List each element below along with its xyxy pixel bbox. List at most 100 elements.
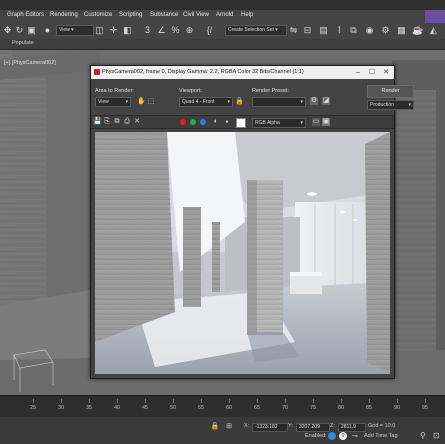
- layer-icon[interactable]: ▤: [318, 25, 329, 36]
- percent-snap-icon[interactable]: %: [170, 25, 181, 36]
- blue-channel-toggle[interactable]: [200, 119, 206, 125]
- clone-window-icon[interactable]: ⧉: [113, 118, 121, 126]
- timeline-tick: [257, 399, 258, 403]
- rendered-image: [95, 132, 390, 374]
- rendered-interior-scene: [95, 132, 390, 374]
- curve-editor-icon[interactable]: ⌇: [334, 25, 345, 36]
- timeline-tick-label: 30: [58, 405, 65, 411]
- timeline-tick: [229, 399, 230, 403]
- schematic-icon[interactable]: ⧉: [348, 25, 359, 36]
- render-icon[interactable]: ☕: [412, 25, 423, 36]
- material-editor-icon[interactable]: ◉: [364, 25, 375, 36]
- pivot-icon[interactable]: ◫: [94, 25, 105, 36]
- environment-icon[interactable]: ◪: [322, 97, 330, 105]
- render-window-app-icon: [94, 69, 100, 75]
- maximize-icon[interactable]: ☐: [365, 66, 379, 79]
- enabled-value[interactable]: 0: [339, 432, 347, 440]
- rotate-icon[interactable]: ↻: [14, 25, 25, 36]
- print-icon[interactable]: ⎙: [123, 118, 131, 126]
- mono-icon[interactable]: ●: [223, 118, 231, 126]
- toggle-ui-overlay-icon[interactable]: ▭: [312, 118, 320, 126]
- timeline[interactable]: 253035404550556065707580859095100: [0, 395, 445, 418]
- render-window-titlebar[interactable]: PhysCamera002, frame 0, Display Gamma: 2…: [91, 66, 394, 79]
- timeline-tick: [33, 399, 34, 403]
- named-selection-icon[interactable]: {/: [204, 25, 215, 36]
- alpha-channel-icon[interactable]: ◐: [212, 118, 220, 126]
- x-coord-field[interactable]: -1323.182: [252, 423, 288, 432]
- menu-customize[interactable]: Customize: [84, 12, 112, 18]
- render-button[interactable]: Render: [367, 85, 414, 98]
- move-icon[interactable]: ✥: [2, 25, 13, 36]
- background-color-swatch[interactable]: [236, 118, 246, 128]
- timeline-tick-label: 25: [30, 405, 37, 411]
- mirror-icon[interactable]: ⇋: [288, 25, 299, 36]
- minimize-icon[interactable]: –: [351, 66, 365, 79]
- select-move-icon[interactable]: ✛: [108, 25, 119, 36]
- menu-arnold[interactable]: Arnold: [216, 12, 233, 18]
- green-channel-toggle[interactable]: [190, 119, 196, 125]
- lock-selection-icon[interactable]: 🔒: [210, 421, 220, 431]
- timeline-tick: [285, 399, 286, 403]
- timeline-tick-label: 50: [170, 405, 177, 411]
- production-dropdown[interactable]: Production ▾: [367, 100, 414, 110]
- area-to-render-dropdown[interactable]: View ▾: [95, 97, 131, 107]
- timeline-tick: [369, 399, 370, 403]
- scale-icon[interactable]: ▣: [26, 25, 37, 36]
- absolute-mode-icon[interactable]: ⊞: [224, 421, 234, 431]
- timeline-tick-label: 45: [142, 405, 149, 411]
- copy-image-icon[interactable]: ⎘: [103, 118, 111, 126]
- render-setup-icon[interactable]: ⚙: [310, 97, 318, 105]
- auto-region-icon[interactable]: ⬚: [147, 98, 155, 106]
- save-image-icon[interactable]: 💾: [93, 118, 102, 126]
- viewport-label[interactable]: [+] [PhysCamera002]: [4, 60, 56, 66]
- render-setup-icon[interactable]: ⚙: [380, 25, 391, 36]
- snap-toggle-icon[interactable]: 3: [142, 25, 153, 36]
- menu-graph-editors[interactable]: Graph Editors: [7, 12, 44, 18]
- menu-substance[interactable]: Substance: [150, 12, 178, 18]
- angle-snap-icon[interactable]: ∠: [156, 25, 167, 36]
- lock-viewport-icon[interactable]: 🔒: [235, 98, 244, 106]
- toggle-ui-icon[interactable]: ▣: [322, 118, 330, 126]
- arnold-icon[interactable]: ◭: [428, 25, 439, 36]
- enabled-toggle[interactable]: [328, 432, 336, 440]
- render-controls: Area to Render: View ▾ ✋ ⬚ Viewport: Quad…: [91, 79, 414, 114]
- z-coord-field[interactable]: 2811.9: [338, 423, 366, 432]
- render-preset-dropdown[interactable]: ▾: [252, 97, 306, 107]
- timeline-tick-label: 90: [394, 405, 401, 411]
- channel-dropdown[interactable]: RGB Alpha ▾: [252, 118, 306, 128]
- render-window-toolbar: 💾 ⎘ ⧉ ⎙ ✕ ◐ ● RGB Alpha ▾ ▭ ▣: [91, 115, 394, 129]
- select-object-icon[interactable]: ◧: [122, 25, 133, 36]
- timeline-tick-label: 80: [338, 405, 345, 411]
- populate-tab[interactable]: Populate: [12, 40, 34, 46]
- timeline-tick-label: 65: [254, 405, 261, 411]
- menu-scripting[interactable]: Scripting: [119, 12, 142, 18]
- menu-civil-view[interactable]: Civil View: [183, 12, 209, 18]
- timeline-tick: [341, 399, 342, 403]
- rendered-frame-window: PhysCamera002, frame 0, Display Gamma: 2…: [90, 65, 414, 379]
- close-icon[interactable]: ✕: [379, 66, 393, 79]
- menu-bar: Graph Editors Rendering Customize Script…: [0, 10, 445, 24]
- grid-size-label: Grid = 10.0: [368, 423, 396, 429]
- timeline-tick: [201, 399, 202, 403]
- z-coord-label: Z:: [330, 423, 335, 429]
- selection-set-dropdown[interactable]: Create Selection Set ▾: [225, 25, 287, 36]
- sphere-icon[interactable]: ●: [42, 25, 53, 36]
- timeline-tick-label: 55: [198, 405, 205, 411]
- y-coord-field[interactable]: 3207.209: [296, 423, 330, 432]
- area-to-render-label: Area to Render:: [95, 88, 134, 94]
- red-channel-toggle[interactable]: [180, 119, 186, 125]
- align-icon[interactable]: ⊟: [302, 25, 313, 36]
- time-config-icon[interactable]: ⊡: [433, 431, 440, 440]
- timeline-tick-label: 85: [366, 405, 373, 411]
- spinner-snap-icon[interactable]: ⊕: [184, 25, 195, 36]
- clear-icon[interactable]: ✕: [133, 118, 141, 126]
- key-mode-icon[interactable]: ⚲: [420, 431, 426, 440]
- timeline-tick: [117, 399, 118, 403]
- reference-coord-dropdown[interactable]: View ▾: [56, 25, 94, 36]
- viewport-dropdown[interactable]: Quad 4 - Front ▾: [179, 97, 233, 107]
- menu-help[interactable]: Help: [241, 12, 253, 18]
- edit-region-icon[interactable]: ✋: [137, 98, 146, 106]
- add-time-tag-button[interactable]: Add Time Tag: [364, 433, 398, 439]
- rendered-frame-icon[interactable]: ▦: [396, 25, 407, 36]
- menu-rendering[interactable]: Rendering: [50, 12, 78, 18]
